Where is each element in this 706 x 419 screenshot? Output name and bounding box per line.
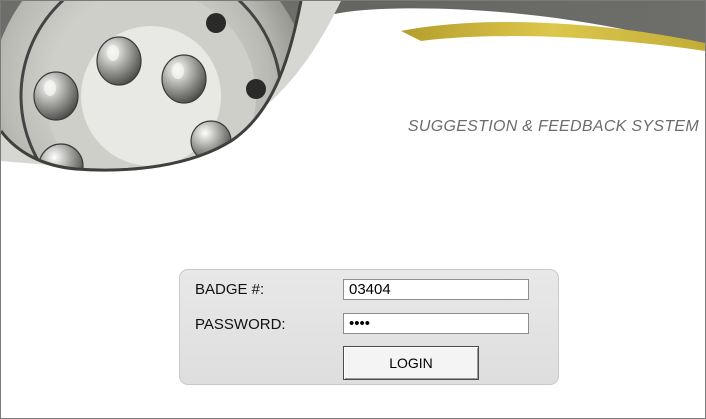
login-button[interactable]: LOGIN: [343, 346, 479, 380]
header-banner: [1, 1, 705, 172]
badge-label: BADGE #:: [195, 281, 265, 298]
system-title: SUGGESTION & FEEDBACK SYSTEM: [407, 118, 699, 135]
password-input[interactable]: [343, 313, 529, 334]
login-form: BADGE #: PASSWORD: LOGIN: [179, 269, 559, 385]
password-label: PASSWORD:: [195, 316, 286, 333]
login-page: SUGGESTION & FEEDBACK SYSTEM BADGE #: PA…: [0, 0, 706, 419]
badge-input[interactable]: [343, 279, 529, 300]
